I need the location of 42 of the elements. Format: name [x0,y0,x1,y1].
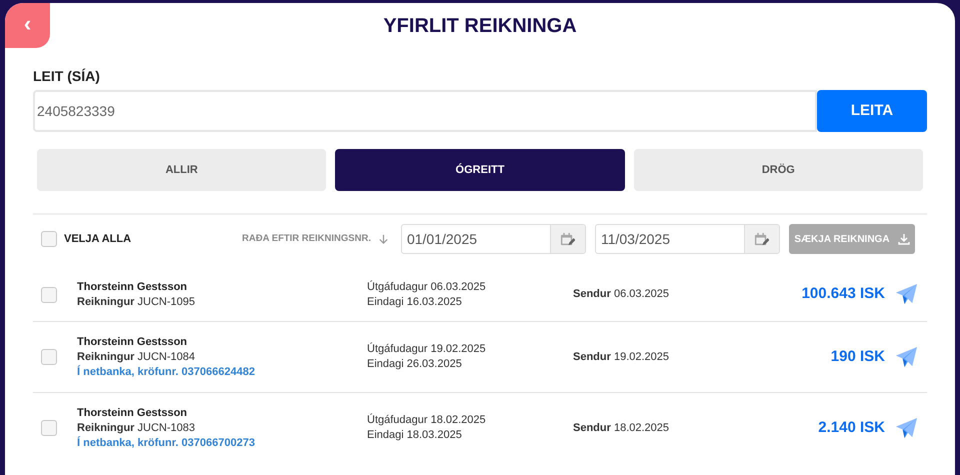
bank-claim-link[interactable]: Í netbanka, kröfunr. 037066700273 [77,436,367,450]
checkbox[interactable] [41,420,57,436]
sort-link[interactable]: RAÐA EFTIR REIKNINGSNR. [242,232,371,246]
paper-plane-icon[interactable] [895,283,918,306]
issue-date: Útgáfudagur 06.03.2025 [367,280,487,294]
calendar-icon [560,232,576,246]
date-field[interactable]: 11/03/2025 [594,224,780,254]
invoice-amount: 190 ISK [830,346,885,367]
customer-name: Thorsteinn Gestsson [77,334,188,350]
customer-name: Thorsteinn Gestsson [77,280,188,294]
due-date: Eindagi 26.03.2025 [367,357,463,372]
calendar-icon [754,232,770,246]
sent-status: Sendur 19.02.2025 [573,350,670,365]
paper-plane-icon[interactable] [895,416,918,440]
select-all-label[interactable]: VELJA ALLA [64,230,184,248]
date-field[interactable]: 01/01/2025 [400,224,586,254]
filter-tab[interactable]: DRÖG [634,149,923,191]
search-label: LEIT (SÍA) [33,67,101,85]
search-field[interactable]: 2405823339 [33,90,817,132]
invoice-amount: 2.140 ISK [817,418,885,438]
invoice-number: Reikningur JUCN-1084 [77,350,196,364]
sent-status: Sendur 06.03.2025 [573,287,670,302]
checkbox[interactable] [41,349,57,365]
invoice-amount: 100.643 ISK [800,284,885,304]
sent-status: Sendur 18.02.2025 [573,420,670,436]
paper-plane-icon[interactable] [895,346,918,368]
issue-date: Útgáfudagur 18.02.2025 [367,413,487,428]
search-button[interactable]: LEITA [817,90,927,132]
filter-tab[interactable]: ALLIR [37,149,326,191]
checkbox[interactable] [41,231,57,247]
issue-date: Útgáfudagur 19.02.2025 [367,342,487,357]
download-icon [898,233,910,245]
arrow-down-icon[interactable] [378,234,389,244]
filter-tab[interactable]: ÓGREITT [335,149,625,191]
due-date: Eindagi 18.03.2025 [367,428,463,443]
page-title: YFIRLIT REIKNINGA [383,14,577,38]
invoice-number: Reikningur JUCN-1095 [77,294,196,310]
customer-name: Thorsteinn Gestsson [77,406,188,420]
invoice-number: Reikningur JUCN-1083 [77,420,196,436]
due-date: Eindagi 16.03.2025 [367,294,463,310]
bank-claim-link[interactable]: Í netbanka, kröfunr. 037066624482 [77,364,367,380]
checkbox[interactable] [41,286,57,302]
